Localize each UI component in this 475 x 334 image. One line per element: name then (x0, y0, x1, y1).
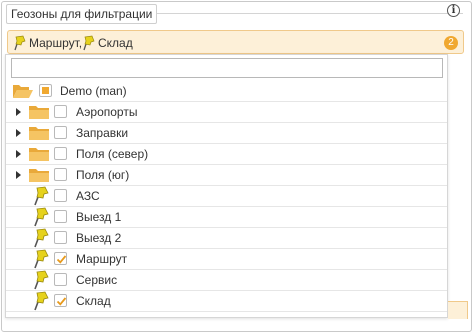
row-checkbox[interactable] (54, 273, 67, 286)
search-input[interactable] (12, 59, 442, 77)
row-label: Маршрут (76, 252, 128, 266)
row-label: Сервис (76, 273, 118, 287)
geofence-tree: Demo (man) Аэропорты Заправки Поля (север) П… (6, 81, 447, 312)
selected-item-route[interactable]: Маршрут, (13, 35, 82, 51)
row-checkbox[interactable] (54, 168, 67, 181)
panel-title: Геозоны для фильтрации (6, 4, 158, 24)
row-checkbox[interactable] (39, 84, 52, 97)
tree-row[interactable]: Demo (man) (6, 81, 447, 102)
tree-row[interactable]: Поля (юг) (6, 165, 447, 186)
tree-row[interactable]: Сервис (6, 270, 447, 291)
folder-icon (28, 145, 50, 166)
pin-icon (32, 270, 50, 293)
tree-row[interactable]: Аэропорты (6, 102, 447, 123)
selection-bar-edge (448, 301, 468, 319)
tree-row[interactable]: АЗС (6, 186, 447, 207)
geofence-dropdown: Demo (man) Аэропорты Заправки Поля (север) П… (5, 54, 448, 318)
tree-row[interactable]: Поля (север) (6, 144, 447, 165)
selected-item-label: Маршрут, (29, 36, 83, 50)
row-label: АЗС (76, 189, 100, 203)
row-label: Demo (man) (60, 84, 127, 98)
row-checkbox[interactable] (54, 252, 67, 265)
tree-row[interactable]: Склад (6, 291, 447, 312)
row-label: Поля (юг) (76, 168, 130, 182)
row-label: Поля (север) (76, 147, 149, 161)
folder-icon (28, 103, 50, 124)
selected-geofences-bar[interactable]: Маршрут, Склад 2 (7, 30, 464, 54)
folder-open-icon (12, 82, 34, 103)
row-label: Заправки (76, 126, 129, 140)
pin-icon (32, 207, 50, 230)
expand-arrow-icon[interactable] (16, 108, 21, 116)
row-checkbox[interactable] (54, 189, 67, 202)
pin-icon (32, 249, 50, 272)
row-checkbox[interactable] (54, 105, 67, 118)
expand-arrow-icon[interactable] (16, 129, 21, 137)
tree-row[interactable]: Маршрут (6, 249, 447, 270)
row-label: Аэропорты (76, 105, 138, 119)
folder-icon (28, 124, 50, 145)
tree-row[interactable]: Выезд 2 (6, 228, 447, 249)
row-checkbox[interactable] (54, 147, 67, 160)
pin-icon (32, 186, 50, 209)
pin-icon (14, 35, 26, 51)
expand-arrow-icon[interactable] (16, 150, 21, 158)
selected-item-label: Склад (98, 36, 133, 50)
selected-item-warehouse[interactable]: Склад (82, 35, 133, 51)
pin-icon (32, 291, 50, 314)
tree-row[interactable]: Выезд 1 (6, 207, 447, 228)
search-field[interactable] (11, 58, 443, 78)
folder-icon (28, 166, 50, 187)
row-label: Склад (76, 294, 111, 308)
tree-row[interactable]: Заправки (6, 123, 447, 144)
info-icon[interactable]: i (447, 4, 460, 17)
expand-arrow-icon[interactable] (16, 171, 21, 179)
selected-count-badge: 2 (444, 36, 458, 50)
row-label: Выезд 1 (76, 210, 122, 224)
pin-icon (83, 35, 95, 51)
panel-divider (147, 13, 463, 14)
row-checkbox[interactable] (54, 126, 67, 139)
row-checkbox[interactable] (54, 210, 67, 223)
row-checkbox[interactable] (54, 231, 67, 244)
row-label: Выезд 2 (76, 231, 122, 245)
pin-icon (32, 228, 50, 251)
row-checkbox[interactable] (54, 294, 67, 307)
